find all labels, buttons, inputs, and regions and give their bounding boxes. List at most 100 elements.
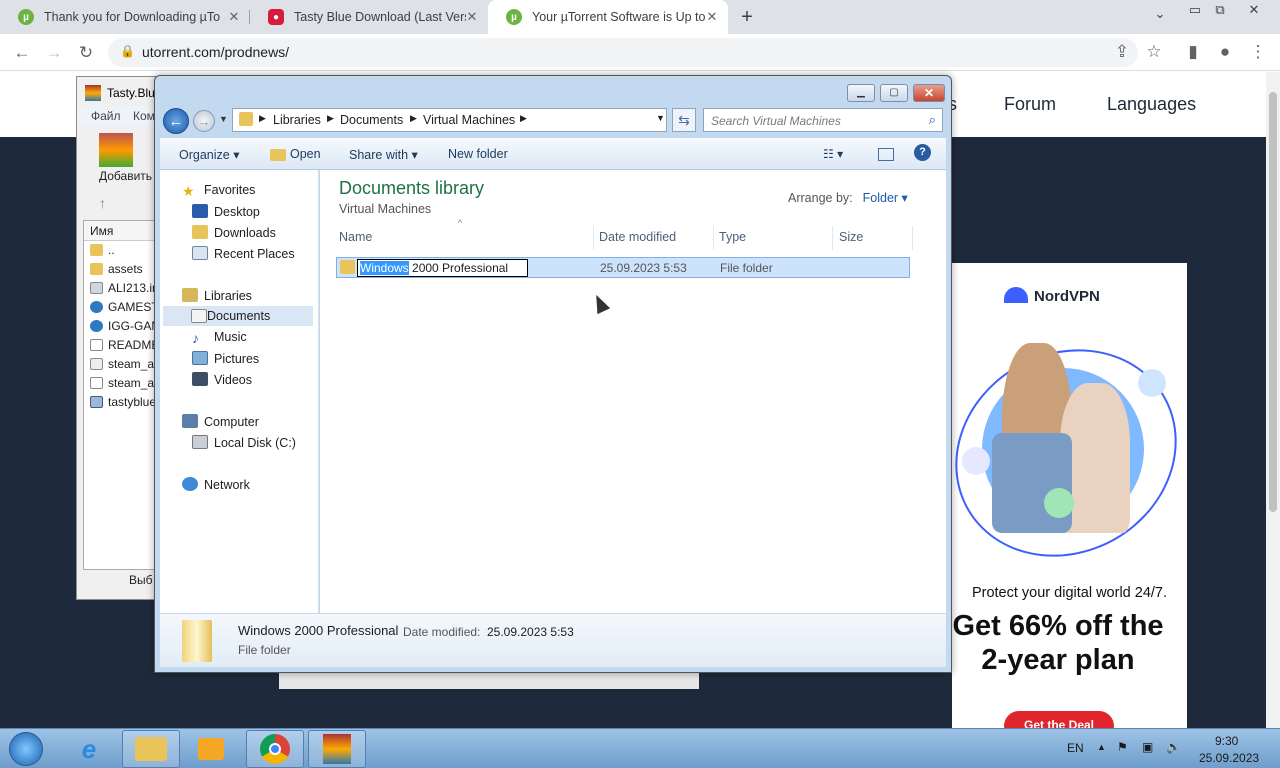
help-icon[interactable]: ? [914, 144, 931, 161]
windows-taskbar: e EN ▲ ⚑ ▣ 🔈 9:30 25.09.2023 [0, 728, 1280, 768]
open-folder-icon [270, 149, 286, 161]
close-tab-icon[interactable]: ✕ [704, 9, 720, 25]
menu-file[interactable]: Файл [91, 109, 121, 123]
back-icon[interactable]: ← [163, 108, 189, 134]
address-bar[interactable]: 🔒 utorrent.com/prodnews/ [108, 38, 1138, 67]
add-archive-icon[interactable] [99, 133, 133, 167]
nav-link-languages[interactable]: Languages [1107, 94, 1196, 115]
forward-icon[interactable]: → [43, 42, 65, 64]
column-size[interactable]: Size [839, 230, 863, 244]
search-icon[interactable]: ⌕ [929, 112, 936, 128]
profile-avatar-icon[interactable]: ● [1214, 41, 1236, 63]
close-tab-icon[interactable]: ✕ [464, 9, 480, 25]
address-bar[interactable]: ▶ Libraries ▶ Documents ▶ Virtual Machin… [232, 108, 667, 132]
taskbar-explorer[interactable] [122, 730, 180, 768]
nav-documents[interactable]: Documents [163, 306, 313, 326]
taskbar-winrar[interactable] [308, 730, 366, 768]
network-status-icon[interactable]: ▣ [1142, 740, 1153, 754]
nav-link-forum[interactable]: Forum [1004, 94, 1056, 115]
view-options-icon[interactable]: ☷ ▾ [823, 147, 843, 161]
bookmark-star-icon[interactable]: ☆ [1143, 41, 1165, 63]
clock-date[interactable]: 25.09.2023 [1199, 751, 1259, 765]
restore-icon[interactable]: ⧉ [1209, 2, 1231, 18]
breadcrumb-arrow-icon[interactable]: ▶ [410, 113, 417, 124]
libraries-icon [182, 288, 198, 302]
nordvpn-ad[interactable]: NordVPN Protect your digital world 24/7.… [952, 263, 1187, 728]
nav-desktop[interactable]: Desktop [192, 204, 260, 219]
file-list-pane[interactable]: Documents library Virtual Machines Arran… [320, 170, 946, 613]
refresh-icon[interactable]: ⇆ [672, 108, 696, 132]
recent-pages-chevron-icon[interactable]: ▼ [219, 114, 228, 124]
up-folder-icon[interactable]: ↑ [99, 195, 106, 211]
nav-computer[interactable]: Computer [182, 414, 259, 429]
maximize-icon[interactable]: ▢ [880, 84, 908, 102]
minimize-icon[interactable]: ▁ [847, 84, 875, 102]
clock-time[interactable]: 9:30 [1215, 734, 1238, 748]
tab-search-chevron-icon[interactable]: ⌄ [1149, 6, 1171, 22]
rename-input[interactable]: Windows 2000 Professional [357, 259, 528, 277]
preview-pane-icon[interactable] [878, 148, 894, 161]
nav-recent-places[interactable]: Recent Places [192, 246, 295, 261]
tab-thank-you[interactable]: µ Thank you for Downloading µTorr ✕ [0, 0, 250, 34]
breadcrumb-arrow-icon[interactable]: ▶ [520, 113, 527, 124]
close-tab-icon[interactable]: ✕ [226, 9, 242, 25]
close-icon[interactable]: ✕ [913, 84, 945, 102]
page-scrollbar[interactable] [1266, 72, 1280, 728]
back-icon[interactable]: ← [11, 42, 33, 64]
internet-explorer-icon: e [81, 733, 97, 764]
column-type[interactable]: Type [719, 230, 746, 244]
documents-icon [191, 309, 207, 323]
new-folder-button[interactable]: New folder [448, 147, 508, 161]
side-panel-icon[interactable]: ▮ [1182, 41, 1204, 63]
nav-network[interactable]: Network [182, 477, 250, 492]
winrar-window[interactable]: Tasty.Blu Файл Ком Добавить ↑ Имя .. ass… [76, 76, 167, 600]
address-dropdown-icon[interactable]: ▼ [656, 113, 665, 123]
arrange-label: Arrange by: [788, 191, 853, 205]
add-button-label[interactable]: Добавить [99, 169, 152, 183]
breadcrumb-arrow-icon[interactable]: ▶ [327, 113, 334, 124]
taskbar-media-player[interactable] [182, 730, 240, 768]
file-row-selected[interactable]: Windows 2000 Professional 25.09.2023 5:5… [336, 257, 910, 278]
nav-music[interactable]: ♪ Music [192, 330, 247, 346]
volume-muted-icon[interactable]: 🔈 [1166, 740, 1181, 754]
menu-commands[interactable]: Ком [133, 109, 155, 123]
share-icon[interactable]: ⇪ [1111, 41, 1133, 63]
tab-tasty-blue[interactable]: ● Tasty Blue Download (Last Versio ✕ [250, 0, 488, 34]
close-window-icon[interactable]: ✕ [1243, 2, 1265, 18]
search-input[interactable]: Search Virtual Machines ⌕ [703, 108, 943, 132]
forward-icon[interactable]: → [193, 110, 215, 132]
breadcrumb-libraries[interactable]: Libraries [273, 113, 321, 127]
nav-libraries[interactable]: Libraries [182, 288, 252, 303]
nav-pictures[interactable]: Pictures [192, 351, 259, 366]
explorer-window[interactable]: ▁ ▢ ✕ ← → ▼ ▶ Libraries ▶ Documents ▶ Vi… [154, 75, 952, 673]
ad-person-clothes [992, 433, 1072, 533]
organize-button[interactable]: Organize ▾ [179, 147, 239, 162]
column-date-modified[interactable]: Date modified [599, 230, 676, 244]
menu-kebab-icon[interactable]: ⋮ [1247, 41, 1269, 63]
nav-videos[interactable]: Videos [192, 372, 252, 387]
share-with-button[interactable]: Share with ▾ [349, 147, 418, 162]
ad-cta-button[interactable]: Get the Deal [1004, 711, 1114, 728]
new-tab-icon[interactable]: + [736, 6, 758, 28]
nav-local-disk[interactable]: Local Disk (C:) [192, 435, 296, 450]
taskbar-chrome[interactable] [246, 730, 304, 768]
show-hidden-icons-icon[interactable]: ▲ [1097, 742, 1106, 752]
reload-icon[interactable]: ↻ [75, 42, 97, 64]
tab-title: Thank you for Downloading µTorr [44, 10, 220, 24]
nav-downloads[interactable]: Downloads [192, 225, 276, 240]
utorrent-favicon-icon: µ [18, 9, 34, 25]
breadcrumb-virtual-machines[interactable]: Virtual Machines [423, 113, 515, 127]
breadcrumb-arrow-icon[interactable]: ▶ [259, 113, 266, 124]
arrange-dropdown[interactable]: Folder ▾ [863, 191, 908, 205]
tab-utorrent-update[interactable]: µ Your µTorrent Software is Up to D ✕ [488, 0, 728, 34]
minimize-icon[interactable]: ▭ [1184, 2, 1206, 18]
action-center-flag-icon[interactable]: ⚑ [1117, 740, 1128, 754]
nav-favorites[interactable]: ★ Favorites [182, 183, 255, 199]
start-button[interactable] [0, 730, 52, 768]
scrollbar-thumb[interactable] [1269, 92, 1277, 512]
open-button[interactable]: Open [290, 147, 321, 161]
language-indicator[interactable]: EN [1067, 741, 1084, 755]
column-name[interactable]: Name [339, 230, 372, 244]
taskbar-ie[interactable]: e [60, 730, 118, 768]
breadcrumb-documents[interactable]: Documents [340, 113, 403, 127]
